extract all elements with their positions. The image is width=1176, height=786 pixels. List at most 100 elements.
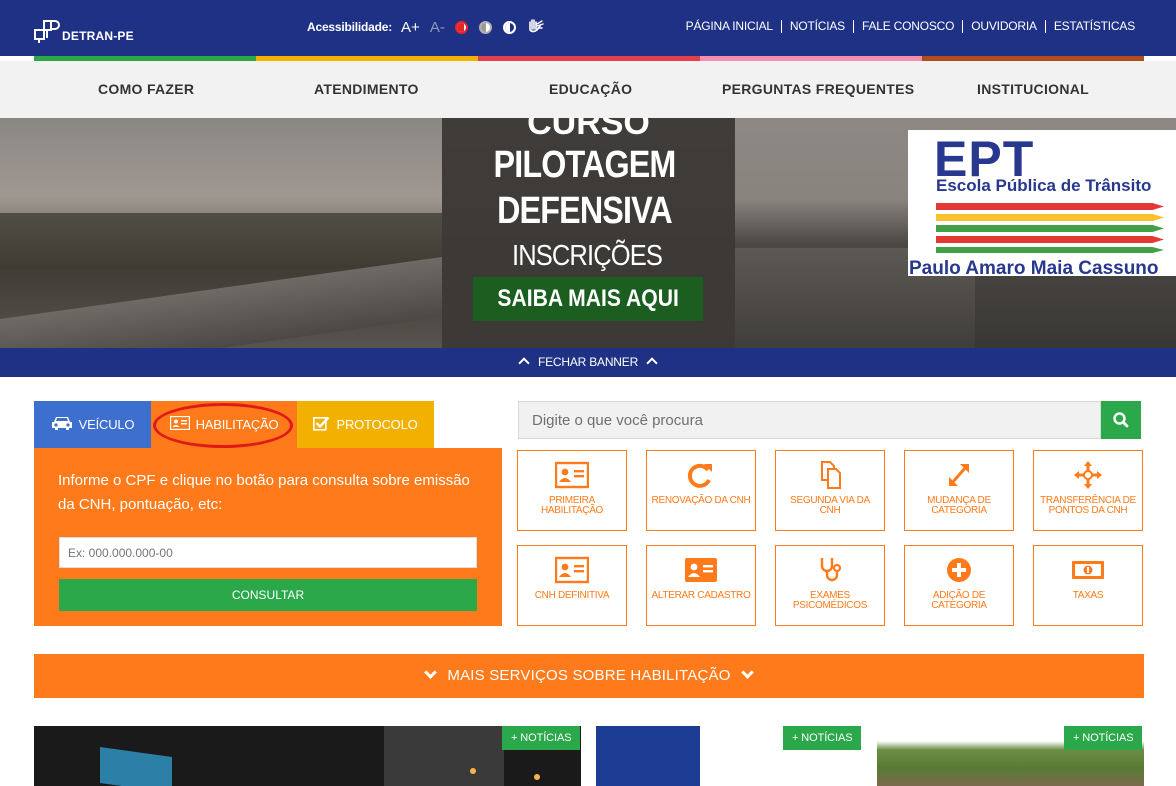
move-icon (1074, 461, 1102, 489)
chevron-up-icon (518, 357, 530, 369)
pencil-red-icon (936, 203, 1164, 210)
menu-atendimento[interactable]: ATENDIMENTO (314, 81, 419, 97)
news-photo-light (470, 768, 476, 774)
stethoscope-icon (820, 558, 842, 582)
profile-card-icon (685, 558, 717, 582)
service-mudanca-categoria[interactable]: MUDANÇA DE CATEGORIA (904, 450, 1014, 531)
top-nav-home[interactable]: PÁGINA INICIAL (678, 20, 781, 33)
close-banner-label: FECHAR BANNER (537, 355, 639, 369)
pencil-yellow-icon (936, 214, 1164, 221)
close-banner-button[interactable]: FECHAR BANNER (0, 348, 1176, 377)
service-transferencia-pontos[interactable]: TRANSFERÊNCIA DE PONTOS DA CNH (1033, 450, 1143, 531)
service-exames-psicomedicos[interactable]: EXAMES PSICOMÉDICOS (775, 545, 885, 626)
search-icon (1113, 412, 1129, 428)
plus-circle-icon (947, 558, 971, 582)
news-image-2[interactable] (596, 726, 700, 786)
pencil-green2-icon (936, 247, 1164, 253)
ept-logo: EPT Escola Pública de Trânsito Paulo Ama… (908, 130, 1176, 279)
more-services-button[interactable]: MAIS SERVIÇOS SOBRE HABILITAÇÃO (34, 654, 1144, 698)
banner-cta-button[interactable]: SAIBA MAIS AQUI (473, 277, 703, 321)
tab-veiculo-label: VEÍCULO (78, 417, 135, 432)
banner[interactable]: CURSO PILOTAGEM DEFENSIVA INSCRIÇÕES ABE… (0, 118, 1176, 348)
cpf-input[interactable] (59, 537, 477, 568)
news-image-1[interactable] (34, 726, 581, 786)
sign-language-glyph (529, 19, 544, 33)
accessibility-controls: Acessibilidade: A+ A- (307, 16, 545, 38)
news-tag-3[interactable]: + NOTÍCIAS (1064, 726, 1143, 750)
banner-course-label: CURSO (527, 118, 650, 142)
service-label: TAXAS (1072, 590, 1104, 601)
news-tag-1[interactable]: + NOTÍCIAS (502, 726, 581, 750)
ept-honoree-name: Paulo Amaro Maia Cassuno (909, 258, 1159, 279)
font-decrease-button[interactable]: A- (430, 19, 445, 36)
top-nav: PÁGINA INICIAL NOTÍCIAS FALE CONOSCO OUV… (678, 20, 1143, 33)
service-primeira-habilitacao[interactable]: PRIMEIRA HABILITAÇÃO (517, 450, 627, 531)
service-label: SEGUNDA VIA DA CNH (790, 495, 870, 516)
service-renovacao-cnh[interactable]: RENOVAÇÃO DA CNH (646, 450, 756, 531)
banner-title-line2: DEFENSIVA (497, 190, 673, 232)
news-tag-2[interactable]: + NOTÍCIAS (783, 726, 862, 750)
service-label: RENOVAÇÃO DA CNH (651, 495, 751, 506)
service-adicao-categoria[interactable]: ADIÇÃO DE CATEGORIA (904, 545, 1014, 626)
service-label: CNH DEFINITIVA (534, 590, 610, 601)
menu-como-fazer[interactable]: COMO FAZER (98, 81, 194, 97)
accessibility-label: Acessibilidade: (307, 20, 393, 34)
id-card-icon (555, 461, 589, 489)
invert-contrast-icon[interactable] (502, 20, 516, 34)
menu-institucional[interactable]: INSTITUCIONAL (977, 81, 1089, 97)
service-taxas[interactable]: TAXAS (1033, 545, 1143, 626)
refresh-icon (687, 463, 712, 488)
more-services-label: MAIS SERVIÇOS SOBRE HABILITAÇÃO (447, 667, 731, 684)
news-photo-building (384, 726, 504, 786)
menu-educacao[interactable]: EDUCAÇÃO (549, 81, 632, 97)
news-photo-light (534, 774, 540, 780)
tab-veiculo[interactable]: VEÍCULO (34, 401, 151, 448)
main-menu: COMO FAZER ATENDIMENTO EDUCAÇÃO PERGUNTA… (0, 61, 1176, 118)
news-photo-sign (100, 746, 172, 786)
top-nav-news[interactable]: NOTÍCIAS (780, 20, 853, 33)
top-nav-ombudsman[interactable]: OUVIDORIA (962, 20, 1045, 33)
copy-icon (821, 461, 841, 489)
id-card-icon (555, 556, 589, 584)
banner-title-line1: PILOTAGEM (493, 144, 677, 186)
search-input[interactable] (518, 401, 1101, 439)
service-label: EXAMES PSICOMÉDICOS (792, 590, 868, 611)
expand-icon (949, 464, 969, 486)
consultar-button[interactable]: CONSULTAR (59, 579, 477, 611)
service-label: MUDANÇA DE CATEGORIA (927, 495, 991, 516)
service-label: TRANSFERÊNCIA DE PONTOS DA CNH (1040, 495, 1136, 516)
chevron-up-icon (646, 357, 658, 369)
top-nav-statistics[interactable]: ESTATÍSTICAS (1044, 20, 1143, 33)
ept-school-name: Escola Pública de Trânsito (936, 176, 1152, 195)
menu-perguntas-frequentes[interactable]: PERGUNTAS FREQUENTES (722, 81, 914, 97)
font-increase-button[interactable]: A+ (401, 19, 420, 36)
pencil-red2-icon (936, 236, 1164, 243)
chevron-down-icon (740, 666, 754, 679)
service-alterar-cadastro[interactable]: ALTERAR CADASTRO (646, 545, 756, 626)
habilitacao-instructions: Informe o CPF e clique no botão para con… (58, 472, 470, 513)
tab-protocolo-label: PROTOCOLO (336, 417, 418, 432)
car-icon (51, 415, 73, 434)
pencil-green-icon (936, 225, 1164, 232)
checkbox-icon (313, 416, 330, 434)
service-label: PRIMEIRA HABILITAÇÃO (540, 495, 604, 516)
high-contrast-icon[interactable] (454, 20, 468, 34)
logo-mark-icon (34, 20, 60, 43)
top-nav-contact[interactable]: FALE CONOSCO (852, 20, 962, 33)
top-bar: DETRAN-PE Acessibilidade: A+ A- PÁGINA I… (0, 0, 1176, 56)
service-label: ALTERAR CADASTRO (651, 590, 751, 601)
detran-logo[interactable]: DETRAN-PE (34, 14, 134, 44)
money-icon (1072, 561, 1104, 579)
tab-protocolo[interactable]: PROTOCOLO (297, 401, 434, 448)
banner-cta-label: SAIBA MAIS AQUI (497, 285, 679, 312)
highlight-annotation-oval (153, 403, 293, 448)
habilitacao-panel: Informe o CPF e clique no botão para con… (34, 448, 502, 626)
service-segunda-via-cnh[interactable]: SEGUNDA VIA DA CNH (775, 450, 885, 531)
chevron-down-icon (424, 666, 438, 679)
service-cnh-definitiva[interactable]: CNH DEFINITIVA (517, 545, 627, 626)
sign-language-icon[interactable] (527, 16, 545, 38)
search-button[interactable] (1101, 401, 1141, 439)
service-label: ADIÇÃO DE CATEGORIA (931, 590, 987, 611)
grayscale-icon[interactable] (478, 20, 492, 34)
logo-text: DETRAN-PE (62, 29, 134, 43)
